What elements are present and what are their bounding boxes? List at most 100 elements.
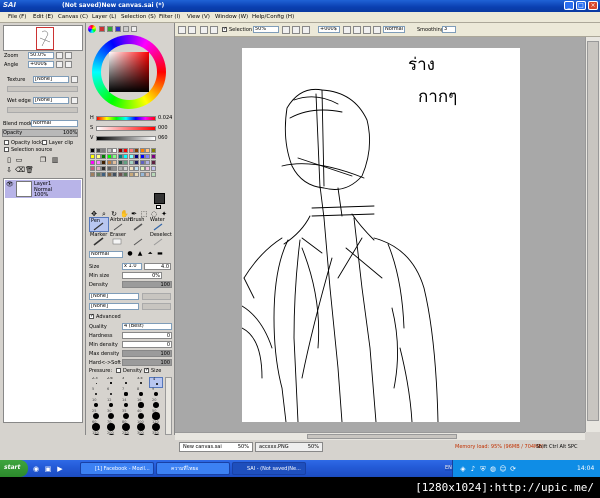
color-swatch[interactable]	[106, 160, 112, 165]
close-button[interactable]: ×	[588, 1, 598, 10]
size-slider[interactable]: 4.0	[144, 263, 171, 270]
new-layer-icon[interactable]: ▯	[5, 156, 13, 164]
marker-tool[interactable]: Marker	[89, 232, 109, 247]
color-swatch[interactable]	[112, 172, 117, 177]
zoom-field[interactable]: 50.0%	[28, 52, 54, 59]
color-swatch[interactable]	[117, 166, 123, 171]
canvas-tab-new[interactable]: New canvas.sai 50%	[179, 442, 253, 452]
quicklaunch-media-icon[interactable]: ▶	[56, 465, 64, 473]
horizontal-scroll-thumb[interactable]	[307, 434, 457, 439]
zoom-plus-button[interactable]	[65, 52, 72, 59]
background-color[interactable]	[156, 205, 161, 209]
blend-mode-select[interactable]: Normal	[31, 120, 78, 127]
menu-window[interactable]: Window (W)	[215, 14, 248, 20]
color-swatch[interactable]	[145, 166, 150, 171]
color-swatch[interactable]	[128, 166, 134, 171]
wet-edge-settings-button[interactable]	[71, 97, 78, 104]
menu-filter[interactable]: Filter (I)	[159, 14, 180, 20]
menu-file[interactable]: File (F)	[8, 14, 26, 20]
vertical-scrollbar[interactable]	[585, 37, 600, 432]
brush-size-option[interactable]: 250	[119, 431, 133, 435]
color-swatch[interactable]	[95, 166, 101, 171]
saturation-value-square[interactable]	[109, 52, 149, 92]
color-swatch[interactable]	[150, 172, 156, 177]
quicklaunch-browser-icon[interactable]: ◉	[32, 465, 40, 473]
brush-pattern-strength[interactable]	[142, 303, 171, 310]
color-swatch[interactable]	[112, 154, 117, 159]
rotate-right-icon[interactable]	[353, 26, 361, 34]
shape-round-icon[interactable]: ●	[126, 250, 134, 258]
horizontal-scrollbar[interactable]	[175, 432, 585, 440]
tray-security-icon[interactable]: ⛨	[479, 465, 487, 473]
water-tool[interactable]: Water	[149, 217, 169, 232]
drawing-canvas[interactable]: ร่าง กากๆ	[241, 48, 520, 423]
pen-tool[interactable]: Pen	[89, 217, 109, 232]
texture-settings-button[interactable]	[71, 76, 78, 83]
color-swatch[interactable]	[123, 154, 128, 159]
color-swatch[interactable]	[123, 160, 128, 165]
hardness-slider[interactable]: 0	[122, 332, 172, 339]
color-swatch[interactable]	[106, 154, 112, 159]
quicklaunch-desktop-icon[interactable]: ▣	[44, 465, 52, 473]
color-swatch[interactable]	[123, 172, 128, 177]
color-swatch[interactable]	[106, 148, 112, 153]
pressure-size-checkbox[interactable]	[144, 367, 149, 373]
tray-volume-icon[interactable]: ♪	[469, 465, 477, 473]
zoom-minus-button[interactable]	[56, 52, 63, 59]
color-swatch[interactable]	[150, 154, 156, 159]
angle-left-button[interactable]	[56, 61, 63, 68]
delete-layer-icon[interactable]: ▥	[51, 156, 59, 164]
h-slider[interactable]	[96, 116, 156, 121]
color-swatch[interactable]	[145, 172, 150, 177]
min-size-slider[interactable]: 0%	[122, 272, 162, 279]
angle-field[interactable]: +000$	[28, 61, 54, 68]
color-swatch[interactable]	[128, 172, 134, 177]
minimize-button[interactable]: _	[564, 1, 574, 10]
color-swatch[interactable]	[117, 148, 123, 153]
color-swatch[interactable]	[134, 166, 139, 171]
new-folder-icon[interactable]: ▭	[15, 156, 23, 164]
invert-selection-icon[interactable]	[210, 26, 218, 34]
current-color[interactable]	[154, 193, 170, 209]
layer-row[interactable]: 👁 Layer1 Normal 100%	[5, 180, 81, 198]
brush-size-option[interactable]: 300	[134, 431, 148, 435]
zoom-in-icon[interactable]	[292, 26, 300, 34]
color-swatch[interactable]	[139, 154, 145, 159]
color-swatch[interactable]	[90, 148, 95, 153]
eye-icon[interactable]: 👁	[6, 181, 14, 188]
color-swatch[interactable]	[134, 154, 139, 159]
shape-hill2-icon[interactable]: ⏶	[146, 250, 154, 258]
toolbar-angle-field[interactable]: +000$	[318, 26, 340, 33]
color-swatch[interactable]	[95, 154, 101, 159]
navigator-preview[interactable]	[3, 25, 83, 51]
menu-selection[interactable]: Selection (S)	[121, 14, 156, 20]
color-swatch[interactable]	[106, 166, 112, 171]
s-slider[interactable]	[96, 126, 156, 131]
rotate-left-icon[interactable]	[343, 26, 351, 34]
swatch-tab-icon[interactable]	[123, 26, 129, 32]
color-swatch[interactable]	[101, 160, 106, 165]
redo-icon[interactable]	[188, 26, 196, 34]
color-swatch[interactable]	[90, 154, 95, 159]
color-swatch[interactable]	[145, 160, 150, 165]
menu-canvas[interactable]: Canvas (C)	[58, 14, 88, 20]
rotate-reset-icon[interactable]	[363, 26, 371, 34]
color-swatch[interactable]	[123, 148, 128, 153]
brush-size-option[interactable]: 350	[149, 431, 163, 435]
hard-soft-slider[interactable]: 100	[122, 359, 172, 366]
size-multiplier[interactable]: x 1.0	[122, 263, 142, 270]
density-slider[interactable]: 100	[122, 281, 172, 288]
taskbar-folder[interactable]: ความที่ไทยอ	[156, 462, 230, 475]
airbrush-tool[interactable]: Airbrush	[109, 217, 131, 232]
merge-down-icon[interactable]: ⇩	[5, 166, 13, 174]
advanced-checkbox[interactable]	[89, 313, 94, 319]
color-swatch[interactable]	[101, 166, 106, 171]
texture-select[interactable]: [None]	[33, 76, 69, 83]
min-density-slider[interactable]: 0	[122, 341, 172, 348]
color-swatch[interactable]	[117, 160, 123, 165]
color-swatch[interactable]	[117, 154, 123, 159]
zoom-reset-icon[interactable]	[302, 26, 310, 34]
selection-source-checkbox[interactable]	[4, 147, 9, 152]
flip-icon[interactable]	[373, 26, 381, 34]
menu-layer[interactable]: Layer (L)	[92, 14, 116, 20]
